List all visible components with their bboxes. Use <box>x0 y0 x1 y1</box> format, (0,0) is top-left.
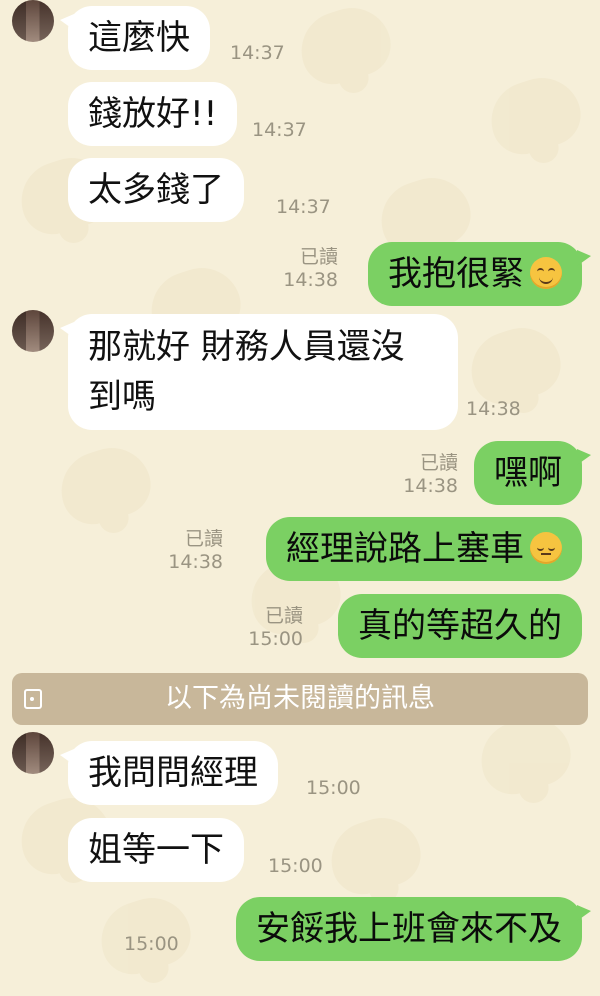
message-timestamp: 14:37 <box>252 119 307 141</box>
message-timestamp: 14:37 <box>276 196 331 218</box>
read-receipt: 已讀 14:38 <box>168 528 223 574</box>
message-text: 經理說路上塞車 <box>286 529 524 569</box>
read-status: 已讀 <box>184 528 223 550</box>
message-text-line: 那就好 財務人員還沒 <box>88 327 405 367</box>
read-receipt: 已讀 14:38 <box>403 452 458 498</box>
read-receipt: 已讀 14:38 <box>283 246 338 292</box>
read-status: 已讀 <box>419 452 458 474</box>
pensive-face-emoji <box>530 532 562 564</box>
message-text: 我抱很緊 <box>388 254 524 294</box>
outgoing-message-bubble[interactable]: 我抱很緊 <box>368 242 591 306</box>
incoming-message-bubble[interactable]: 那就好 財務人員還沒 到嗎 <box>60 314 458 430</box>
contact-avatar[interactable] <box>12 310 54 352</box>
incoming-message-bubble[interactable]: 這麼快 <box>60 6 210 70</box>
read-receipt: 已讀 15:00 <box>248 605 303 651</box>
tag-icon <box>24 689 42 709</box>
read-status: 已讀 <box>264 605 303 627</box>
unread-messages-divider: 以下為尚未閱讀的訊息 <box>12 673 588 725</box>
unread-divider-label: 以下為尚未閱讀的訊息 <box>165 683 435 714</box>
incoming-message-bubble[interactable]: 太多錢了 <box>68 158 244 222</box>
outgoing-message-bubble[interactable]: 經理說路上塞車 <box>266 517 582 581</box>
message-timestamp: 15:00 <box>248 628 303 650</box>
message-timestamp: 14:38 <box>168 551 223 573</box>
read-status: 已讀 <box>299 246 338 268</box>
outgoing-message-bubble[interactable]: 真的等超久的 <box>338 594 582 658</box>
outgoing-message-bubble[interactable]: 安餒我上班會來不及 <box>236 897 591 961</box>
contact-avatar[interactable] <box>12 0 54 42</box>
message-timestamp: 15:00 <box>306 777 361 799</box>
incoming-message-bubble[interactable]: 錢放好!! <box>68 82 238 146</box>
message-text-line: 到嗎 <box>88 377 156 417</box>
outgoing-message-bubble[interactable]: 嘿啊 <box>474 441 591 505</box>
message-timestamp: 15:00 <box>268 855 323 877</box>
contact-avatar[interactable] <box>12 732 54 774</box>
message-timestamp: 14:37 <box>230 42 285 64</box>
message-timestamp: 14:38 <box>403 475 458 497</box>
smiling-face-emoji <box>530 257 562 289</box>
message-timestamp: 14:38 <box>466 398 521 420</box>
incoming-message-bubble[interactable]: 我問問經理 <box>60 741 278 805</box>
incoming-message-bubble[interactable]: 姐等一下 <box>68 818 244 882</box>
message-timestamp: 14:38 <box>283 269 338 291</box>
message-timestamp: 15:00 <box>124 933 179 955</box>
